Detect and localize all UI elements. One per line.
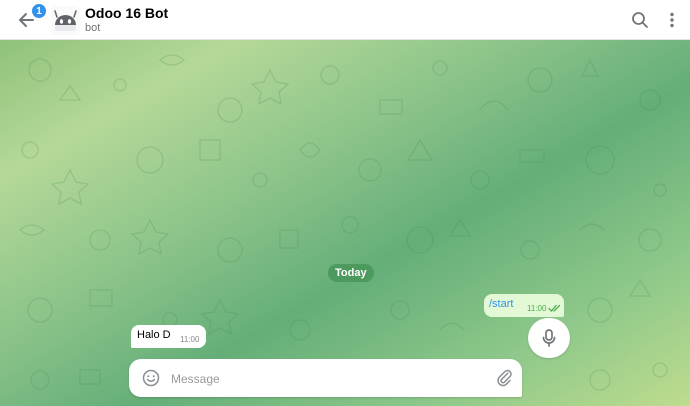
double-check-icon bbox=[548, 304, 561, 312]
incoming-message[interactable]: Halo D 11:00 bbox=[131, 325, 206, 348]
date-divider: Today bbox=[328, 264, 374, 282]
outgoing-message[interactable]: /start 11:00 bbox=[484, 294, 564, 317]
search-icon bbox=[632, 12, 648, 28]
message-input[interactable] bbox=[169, 367, 493, 391]
message-text[interactable]: /start bbox=[489, 298, 513, 310]
more-vertical-icon bbox=[670, 12, 674, 28]
emoji-icon bbox=[142, 369, 160, 387]
voice-record-button[interactable] bbox=[528, 318, 570, 358]
chat-title: Odoo 16 Bot bbox=[85, 5, 169, 21]
emoji-button[interactable] bbox=[141, 368, 161, 388]
doodle-pattern bbox=[18, 54, 668, 391]
chat-background: Today /start 11:00 Halo D 11:00 bbox=[0, 40, 690, 406]
message-text: Halo D bbox=[137, 329, 171, 341]
more-button[interactable] bbox=[661, 9, 683, 31]
attach-button[interactable] bbox=[493, 367, 515, 389]
microphone-icon bbox=[542, 329, 556, 347]
chat-subtitle: bot bbox=[85, 22, 101, 34]
message-composer bbox=[129, 359, 522, 397]
bot-avatar[interactable] bbox=[51, 6, 80, 35]
attach-icon bbox=[497, 369, 512, 387]
message-time: 11:00 bbox=[180, 335, 200, 344]
unread-badge: 1 bbox=[31, 3, 47, 19]
chat-header: 1 Odoo 16 Bot bot bbox=[0, 0, 690, 40]
search-button[interactable] bbox=[629, 9, 651, 31]
message-time: 11:00 bbox=[527, 304, 547, 313]
